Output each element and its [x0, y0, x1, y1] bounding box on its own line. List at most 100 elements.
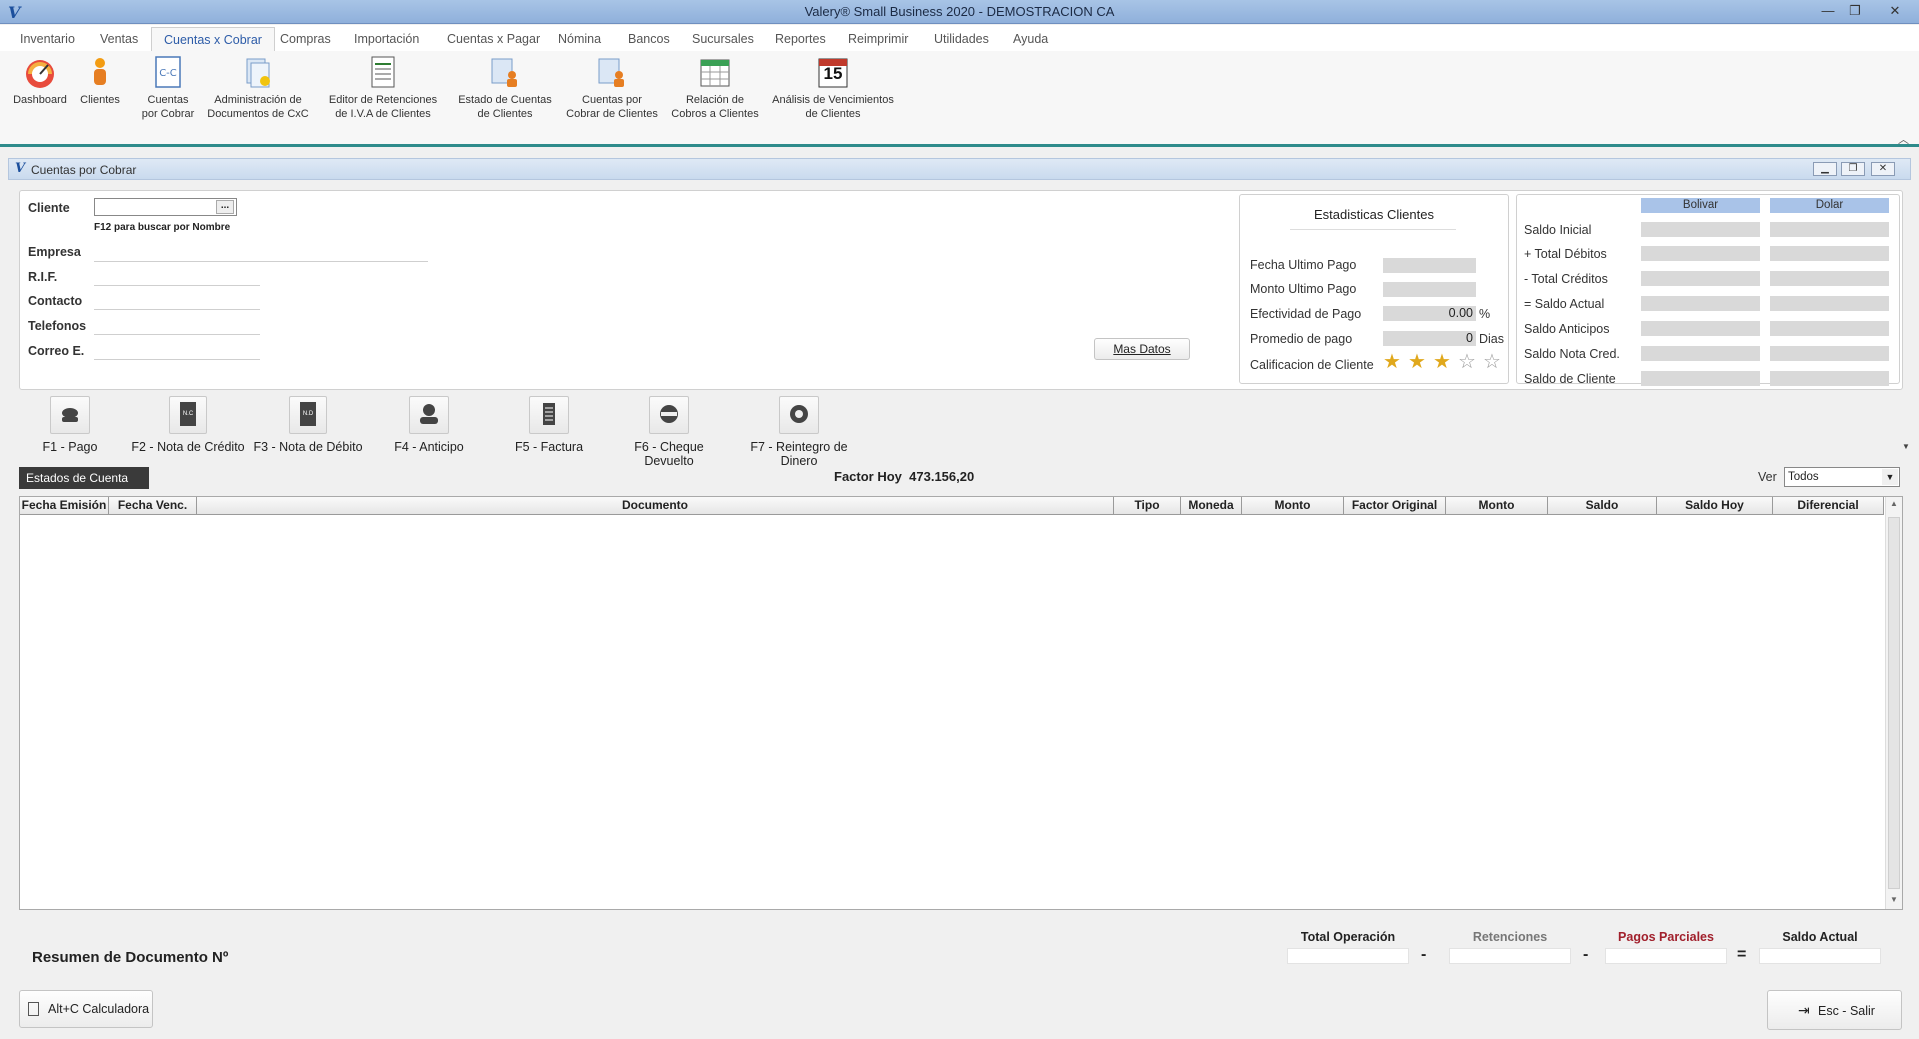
cliente-hint: F12 para buscar por Nombre: [94, 222, 231, 233]
menu-nomina[interactable]: Nómina: [558, 32, 601, 46]
scrollbar-thumb[interactable]: [1888, 517, 1900, 889]
promedio-value: 0: [1383, 331, 1476, 346]
exit-door-icon: ⇥: [1798, 1002, 1810, 1018]
equals-sign: =: [1737, 946, 1747, 963]
col-bolivar-header: Bolivar: [1641, 198, 1760, 213]
menu-importacion[interactable]: Importación: [354, 32, 419, 46]
ver-selected-value: Todos: [1788, 471, 1819, 483]
col-fecha-emision[interactable]: Fecha Emisión: [20, 497, 109, 515]
f5-factura-button[interactable]: F5 - Factura: [509, 396, 589, 454]
collapse-ribbon-icon[interactable]: ︿: [1898, 131, 1909, 147]
child-close-icon[interactable]: ✕: [1871, 162, 1895, 176]
resumen-documento-label: Resumen de Documento Nº: [32, 949, 229, 966]
ribbon-editor-retenciones-button[interactable]: Editor de Retenciones de I.V.A de Client…: [326, 55, 440, 121]
cheque-return-icon: [660, 405, 678, 423]
menu-reportes[interactable]: Reportes: [775, 32, 826, 46]
f1-label: F1 - Pago: [42, 440, 98, 454]
ribbon-admin-label-2: Documentos de CxC: [207, 108, 309, 120]
window-title: Valery® Small Business 2020 - DEMOSTRACI…: [804, 4, 1115, 19]
menu-sucursales[interactable]: Sucursales: [692, 32, 754, 46]
col-documento[interactable]: Documento: [197, 497, 1114, 515]
col-dolar-header: Dolar: [1770, 198, 1889, 213]
balance-row-label: + Total Débitos: [1524, 247, 1607, 261]
f4-label: F4 - Anticipo: [394, 440, 464, 454]
close-icon[interactable]: ✕: [1884, 2, 1906, 19]
ver-select[interactable]: Todos ▼: [1784, 467, 1900, 487]
star-filled-icon: ★: [1383, 351, 1401, 373]
child-minimize-icon[interactable]: ▁: [1813, 162, 1837, 176]
spreadsheet-edit-icon: [366, 55, 400, 89]
ribbon-cuentas-clientes-button[interactable]: Cuentas por Cobrar de Clientes: [560, 55, 664, 121]
menu-ventas[interactable]: Ventas: [100, 32, 138, 46]
col-diferencial[interactable]: Diferencial: [1773, 497, 1884, 515]
col-saldo[interactable]: Saldo: [1548, 497, 1657, 515]
ribbon-relacion-cobros-button[interactable]: Relación de Cobros a Clientes: [668, 55, 762, 121]
svg-text:C-C: C-C: [159, 68, 177, 79]
cliente-input[interactable]: ...: [94, 198, 237, 216]
f2-nota-credito-button[interactable]: N.C F2 - Nota de Crédito: [131, 396, 245, 454]
ribbon-administracion-button[interactable]: Administración de Documentos de CxC: [206, 55, 310, 121]
f3-nota-debito-button[interactable]: N.D F3 - Nota de Débito: [253, 396, 363, 454]
ver-label: Ver: [1758, 470, 1777, 484]
f6-cheque-devuelto-button[interactable]: F6 - Cheque Devuelto: [609, 396, 729, 468]
vertical-scrollbar[interactable]: ▲ ▼: [1885, 497, 1902, 909]
ribbon-clientes-button[interactable]: Clientes: [74, 55, 126, 107]
cliente-browse-button[interactable]: ...: [216, 200, 234, 214]
col-monto[interactable]: Monto: [1242, 497, 1344, 515]
scroll-down-icon[interactable]: ▼: [1890, 895, 1898, 904]
col-moneda[interactable]: Moneda: [1181, 497, 1242, 515]
empresa-label: Empresa: [28, 245, 81, 259]
menu-ayuda[interactable]: Ayuda: [1013, 32, 1048, 46]
salir-button[interactable]: ⇥ Esc - Salir: [1767, 990, 1902, 1030]
col-tipo[interactable]: Tipo: [1114, 497, 1181, 515]
menu-bancos[interactable]: Bancos: [628, 32, 670, 46]
balance-dolar-value: [1770, 321, 1889, 336]
menu-inventario[interactable]: Inventario: [20, 32, 75, 46]
f4-anticipo-button[interactable]: F4 - Anticipo: [386, 396, 472, 454]
f7-reintegro-button[interactable]: F7 - Reintegro de Dinero: [733, 396, 865, 468]
fecha-ultimo-pago-label: Fecha Ultimo Pago: [1250, 258, 1357, 272]
minimize-icon[interactable]: —: [1817, 2, 1839, 19]
ribbon-cuentas-clientes-label-2: Cobrar de Clientes: [566, 108, 658, 120]
stats-divider: [1290, 229, 1456, 230]
ribbon-analisis-vencimientos-button[interactable]: 15 Análisis de Vencimientos de Clientes: [770, 55, 896, 121]
correo-field: [94, 344, 260, 360]
ribbon-estado-label-1: Estado de Cuentas: [458, 94, 552, 106]
menu-utilidades[interactable]: Utilidades: [934, 32, 989, 46]
col-monto-2[interactable]: Monto: [1446, 497, 1548, 515]
calculadora-button[interactable]: Alt+C Calculadora: [19, 990, 153, 1028]
balance-row-label: Saldo Inicial: [1524, 223, 1592, 237]
child-restore-icon[interactable]: ❐: [1841, 162, 1865, 176]
title-bar: V Valery® Small Business 2020 - DEMOSTRA…: [0, 0, 1919, 24]
scroll-up-icon[interactable]: ▲: [1890, 499, 1898, 508]
balance-dolar-value: [1770, 346, 1889, 361]
estados-cuenta-tab[interactable]: Estados de Cuenta: [19, 467, 149, 489]
balance-bolivar-value: [1641, 296, 1760, 311]
menu-cuentas-x-pagar[interactable]: Cuentas x Pagar: [447, 32, 540, 46]
menu-compras[interactable]: Compras: [280, 32, 331, 46]
retenciones-value: [1449, 948, 1571, 964]
col-factor-original[interactable]: Factor Original: [1344, 497, 1446, 515]
maximize-icon[interactable]: ❐: [1844, 2, 1866, 19]
col-fecha-venc[interactable]: Fecha Venc.: [109, 497, 197, 515]
f1-pago-button[interactable]: F1 - Pago: [30, 396, 110, 454]
ribbon-dashboard-button[interactable]: Dashboard: [8, 55, 72, 107]
ribbon-relacion-label-2: Cobros a Clientes: [671, 108, 759, 120]
menu-bar: Inventario Ventas Cuentas x Cobrar Compr…: [0, 25, 1919, 52]
mas-datos-button[interactable]: Mas Datos: [1094, 338, 1190, 360]
empresa-field: [94, 246, 428, 262]
f3-label: F3 - Nota de Débito: [253, 440, 363, 454]
col-saldo-hoy[interactable]: Saldo Hoy: [1657, 497, 1773, 515]
balance-bolivar-value: [1641, 222, 1760, 237]
menu-cuentas-x-cobrar[interactable]: Cuentas x Cobrar: [151, 27, 275, 52]
fecha-ultimo-pago-value: [1383, 258, 1476, 273]
f7-label: F7 - Reintegro de Dinero: [750, 440, 848, 468]
person-icon: [83, 55, 117, 89]
menu-reimprimir[interactable]: Reimprimir: [848, 32, 908, 46]
ribbon-cuentas-por-cobrar-button[interactable]: C-C Cuentas por Cobrar: [130, 55, 206, 121]
contacto-field: [94, 294, 260, 310]
app-logo-icon: V: [15, 161, 26, 176]
balance-dolar-value: [1770, 222, 1889, 237]
ribbon-estado-cuentas-button[interactable]: Estado de Cuentas de Clientes: [454, 55, 556, 121]
chevron-down-icon[interactable]: ▼: [1882, 469, 1898, 485]
